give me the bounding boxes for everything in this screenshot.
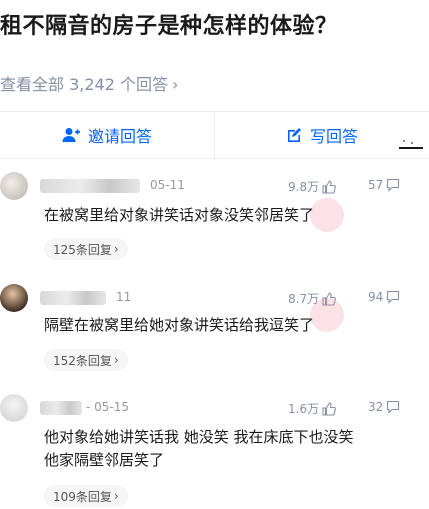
view-replies-button[interactable]: 109条回复 › bbox=[44, 485, 128, 507]
thumbs-up-icon bbox=[322, 401, 336, 416]
like-count: 9.8万 bbox=[288, 180, 320, 194]
comment-text-line-1: 他对象给她讲笑话我 她没笑 我在床底下也没笑 bbox=[44, 428, 354, 446]
reply-button[interactable]: 94 bbox=[368, 290, 400, 304]
like-button[interactable]: 1.6万 bbox=[288, 400, 336, 417]
watermark-logo bbox=[310, 298, 344, 332]
replies-label: 125条回复 bbox=[53, 242, 112, 257]
author-name-blurred[interactable] bbox=[40, 401, 82, 415]
like-count: 1.6万 bbox=[288, 402, 320, 416]
avatar[interactable] bbox=[0, 394, 28, 422]
page: 租不隔音的房子是种怎样的体验？ 查看全部 3,242 个回答 › 邀请回答 写回答… bbox=[0, 0, 429, 509]
view-all-label: 查看全部 3,242 个回答 bbox=[0, 75, 168, 94]
comment-text: 隔壁在被窝里给她对象讲笑话给我逗笑了 bbox=[44, 316, 315, 334]
avatar[interactable] bbox=[0, 172, 28, 200]
watermark-logo bbox=[310, 198, 344, 232]
comment-item: 11 8.7万 94 隔壁在被窝里给她对象讲笑话给我逗笑了 152条回复 › bbox=[0, 282, 429, 382]
author-name-blurred[interactable] bbox=[40, 291, 106, 305]
view-all-answers-link[interactable]: 查看全部 3,242 个回答 › bbox=[0, 71, 178, 95]
comment-date: 05-11 bbox=[150, 178, 185, 192]
comment-bubble-icon bbox=[387, 290, 400, 304]
invite-answer-label: 邀请回答 bbox=[87, 127, 152, 146]
question-title[interactable]: 租不隔音的房子是种怎样的体验？ bbox=[0, 8, 338, 40]
edit-icon bbox=[286, 127, 302, 143]
comment-bubble-icon bbox=[387, 400, 400, 414]
answer-action-bar: 邀请回答 写回答 bbox=[0, 111, 429, 159]
chevron-right-icon: › bbox=[113, 242, 119, 256]
comment-bubble-icon bbox=[387, 178, 400, 192]
avatar[interactable] bbox=[0, 284, 28, 312]
view-replies-button[interactable]: 152条回复 › bbox=[44, 349, 128, 371]
comment-item: 05-11 9.8万 57 在被窝里给对象讲笑话对象没笑邻居笑了 125条回复 › bbox=[0, 170, 429, 270]
write-answer-button[interactable]: 写回答 bbox=[215, 112, 429, 158]
like-button[interactable]: 9.8万 bbox=[288, 178, 336, 195]
reply-count: 57 bbox=[368, 178, 384, 192]
chevron-right-icon: › bbox=[113, 353, 119, 367]
corner-decoration bbox=[399, 140, 423, 149]
reply-count: 94 bbox=[368, 290, 384, 304]
reply-button[interactable]: 57 bbox=[368, 178, 400, 192]
add-user-icon bbox=[62, 127, 80, 143]
invite-answer-button[interactable]: 邀请回答 bbox=[0, 112, 214, 158]
replies-label: 109条回复 bbox=[53, 489, 112, 504]
chevron-right-icon: › bbox=[171, 75, 179, 94]
chevron-right-icon: › bbox=[113, 489, 119, 503]
replies-label: 152条回复 bbox=[53, 353, 112, 368]
reply-count: 32 bbox=[368, 400, 384, 414]
comment-date: 11 bbox=[116, 290, 132, 304]
comment-item: - 05-15 1.6万 32 他对象给她讲笑话我 她没笑 我在床底下也没笑 他… bbox=[0, 392, 429, 509]
author-name-blurred[interactable] bbox=[40, 179, 140, 193]
comment-text-line-2: 他家隔壁邻居笑了 bbox=[44, 451, 165, 469]
view-replies-button[interactable]: 125条回复 › bbox=[44, 238, 128, 260]
write-answer-label: 写回答 bbox=[309, 127, 358, 146]
reply-button[interactable]: 32 bbox=[368, 400, 400, 414]
comment-date: - 05-15 bbox=[86, 400, 130, 414]
thumbs-up-icon bbox=[322, 179, 336, 194]
comment-text: 在被窝里给对象讲笑话对象没笑邻居笑了 bbox=[44, 206, 315, 224]
